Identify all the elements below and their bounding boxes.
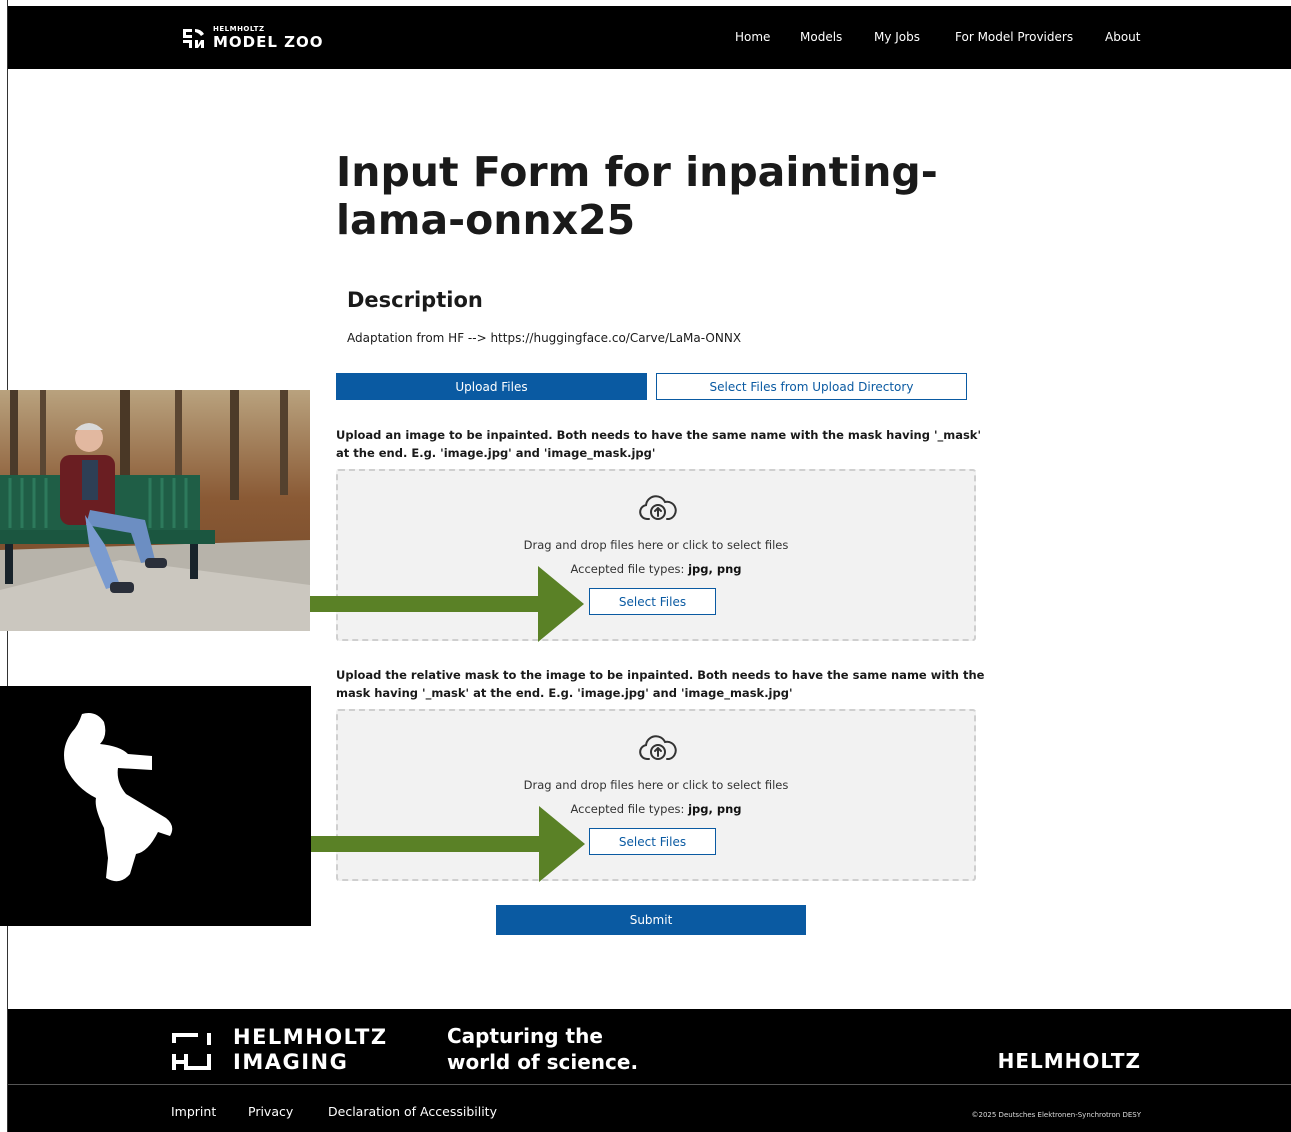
tab-upload-files[interactable]: Upload Files bbox=[336, 373, 647, 400]
example-mask-image bbox=[0, 686, 311, 926]
top-navbar: HELMHOLTZ MODEL ZOO Home Models My Jobs … bbox=[8, 6, 1291, 69]
accepted-types-value: jpg, png bbox=[688, 802, 742, 816]
image-upload-label: Upload an image to be inpainted. Both ne… bbox=[336, 428, 981, 460]
helmholtz-brand-logo[interactable]: HELMHOLTZ bbox=[998, 1049, 1141, 1073]
mask-upload-label: Upload the relative mask to the image to… bbox=[336, 668, 985, 700]
accepted-types-prefix: Accepted file types: bbox=[570, 802, 685, 816]
footer-link-imprint[interactable]: Imprint bbox=[171, 1104, 216, 1119]
park-bench-photo-illustration bbox=[0, 390, 310, 631]
submit-button[interactable]: Submit bbox=[496, 905, 806, 935]
imaging-line-1: HELMHOLTZ bbox=[233, 1025, 388, 1049]
accepted-types-prefix: Accepted file types: bbox=[570, 562, 685, 576]
arrow-right-icon bbox=[311, 806, 585, 882]
example-input-photo bbox=[0, 390, 310, 631]
dropzone-instructions: Drag and drop files here or click to sel… bbox=[523, 538, 789, 552]
footer-divider bbox=[8, 1084, 1291, 1085]
model-zoo-logo-icon bbox=[183, 29, 204, 48]
accepted-types-value: jpg, png bbox=[688, 562, 742, 576]
helmholtz-imaging-logo[interactable]: HELMHOLTZ IMAGING bbox=[171, 1025, 388, 1075]
description-heading: Description bbox=[347, 288, 483, 312]
person-silhouette-mask bbox=[64, 713, 173, 882]
nav-my-jobs[interactable]: My Jobs bbox=[874, 30, 920, 44]
dropzone-instructions: Drag and drop files here or click to sel… bbox=[523, 778, 789, 792]
nav-models[interactable]: Models bbox=[800, 30, 842, 44]
model-zoo-logo[interactable]: HELMHOLTZ MODEL ZOO bbox=[181, 25, 324, 51]
nav-home[interactable]: Home bbox=[735, 30, 770, 44]
nav-for-model-providers[interactable]: For Model Providers bbox=[955, 30, 1073, 44]
copyright-text: ©2025 Deutsches Elektronen-Synchrotron D… bbox=[971, 1111, 1141, 1119]
description-text: Adaptation from HF --> https://huggingfa… bbox=[347, 331, 742, 345]
arrow-right-icon bbox=[310, 566, 584, 642]
tagline-line-2: world of science. bbox=[447, 1050, 639, 1074]
imaging-line-2: IMAGING bbox=[233, 1050, 349, 1074]
select-image-files-button[interactable]: Select Files bbox=[589, 588, 716, 615]
nav-about[interactable]: About bbox=[1105, 30, 1140, 44]
cloud-upload-icon bbox=[639, 735, 677, 760]
footer-link-privacy[interactable]: Privacy bbox=[248, 1104, 293, 1119]
footer-tagline: Capturing the world of science. bbox=[447, 1023, 638, 1075]
tagline-line-1: Capturing the bbox=[447, 1024, 603, 1048]
site-footer: HELMHOLTZ IMAGING Capturing the world of… bbox=[8, 1009, 1291, 1132]
logo-small-text: HELMHOLTZ bbox=[213, 25, 265, 33]
helmholtz-imaging-mark-icon bbox=[172, 1033, 211, 1070]
tab-select-from-upload-directory[interactable]: Select Files from Upload Directory bbox=[656, 373, 967, 400]
logo-big-text: MODEL ZOO bbox=[213, 33, 324, 51]
select-mask-files-button[interactable]: Select Files bbox=[589, 828, 716, 855]
cloud-upload-icon bbox=[639, 495, 677, 520]
footer-link-accessibility[interactable]: Declaration of Accessibility bbox=[328, 1104, 497, 1119]
page-title: Input Form for inpainting-lama-onnx25 bbox=[336, 148, 938, 244]
